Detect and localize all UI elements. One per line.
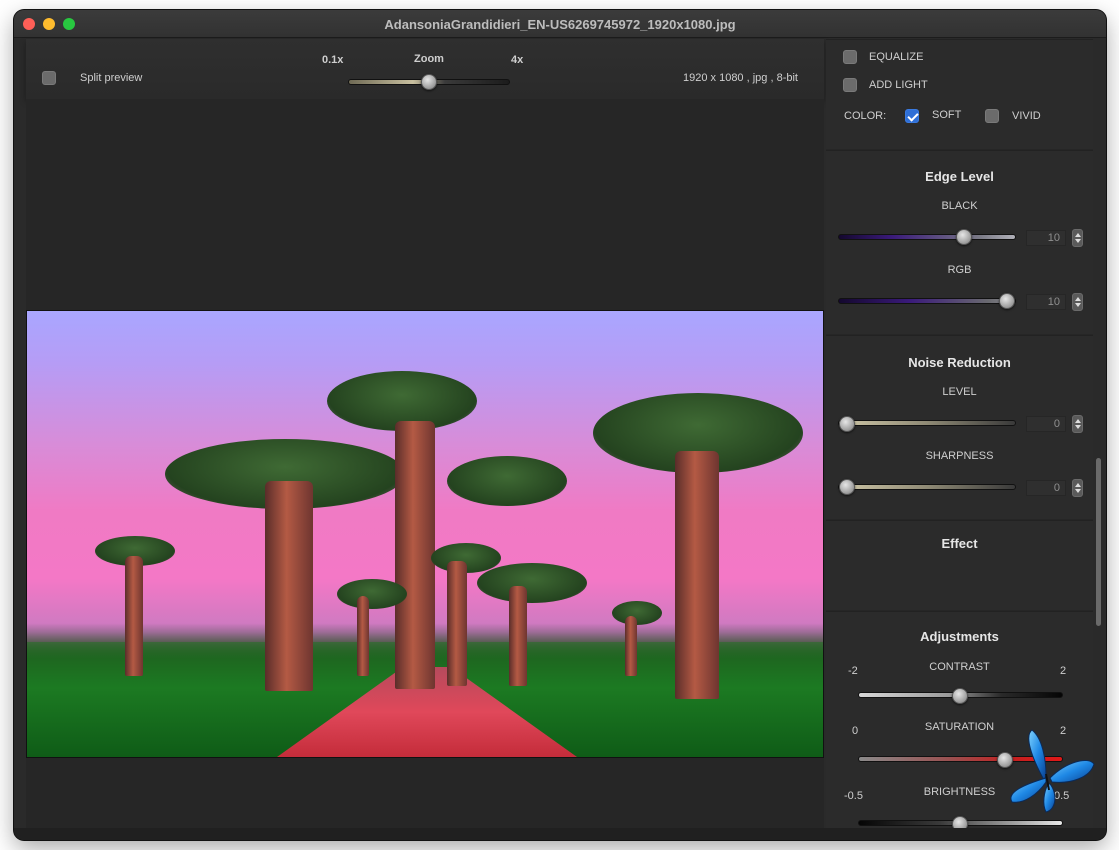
preview-toolbar: Split preview 0.1x Zoom 4x 1920 x 1080 ,… — [26, 39, 824, 99]
contrast-label: CONTRAST — [929, 661, 990, 673]
rgb-slider-track[interactable] — [838, 298, 1016, 304]
noise-reduction-section: Noise Reduction LEVEL 0 SHARPNESS 0 — [826, 335, 1093, 519]
tree-trunk — [447, 561, 467, 686]
zoom-min-label: 0.1x — [322, 54, 344, 66]
black-slider-knob[interactable] — [956, 229, 972, 245]
contrast-max-label: 2 — [1060, 665, 1067, 677]
rgb-slider-knob[interactable] — [999, 293, 1015, 309]
preview-image — [26, 310, 824, 758]
level-value-field[interactable]: 0 — [1026, 416, 1066, 432]
level-label: LEVEL — [942, 386, 977, 398]
adjustments-title: Adjustments — [920, 629, 999, 644]
sharpness-slider-track[interactable] — [838, 484, 1016, 490]
zoom-slider-knob[interactable] — [421, 74, 437, 90]
options-section: EQUALIZE ADD LIGHT COLOR: SOFT VIVID — [826, 39, 1093, 149]
tree-trunk — [675, 451, 719, 699]
soft-label: SOFT — [932, 109, 962, 121]
effect-title: Effect — [941, 536, 978, 551]
effect-section: Effect — [826, 520, 1093, 610]
level-stepper[interactable] — [1072, 415, 1083, 433]
app-window: AdansoniaGrandidieri_EN-US6269745972_192… — [14, 10, 1106, 840]
sharpness-slider-knob[interactable] — [839, 479, 855, 495]
sharpness-stepper[interactable] — [1072, 479, 1083, 497]
black-value-field[interactable]: 10 — [1026, 230, 1066, 246]
level-slider-track[interactable] — [838, 420, 1016, 426]
sharpness-value-field[interactable]: 0 — [1026, 480, 1066, 496]
panel-scrollbar[interactable] — [1096, 458, 1101, 626]
add-light-label: ADD LIGHT — [869, 79, 928, 91]
tree-trunk — [395, 421, 435, 689]
window-bottom-edge — [14, 828, 1106, 840]
tree-canopy — [337, 579, 407, 609]
tree-trunk — [625, 616, 637, 676]
vivid-checkbox[interactable] — [985, 109, 999, 123]
equalize-checkbox[interactable] — [843, 50, 857, 64]
zoom-max-label: 4x — [511, 54, 524, 66]
preview-pane: Split preview 0.1x Zoom 4x 1920 x 1080 ,… — [26, 39, 824, 829]
tree-trunk — [265, 481, 313, 691]
tree-trunk — [509, 586, 527, 686]
window-title: AdansoniaGrandidieri_EN-US6269745972_192… — [384, 17, 736, 32]
tree-canopy — [447, 456, 567, 506]
equalize-label: EQUALIZE — [869, 51, 924, 63]
rgb-stepper[interactable] — [1072, 293, 1083, 311]
tree-trunk — [125, 556, 143, 676]
black-stepper[interactable] — [1072, 229, 1083, 247]
edge-level-section: Edge Level BLACK 10 RGB 10 — [826, 150, 1093, 334]
noise-reduction-title: Noise Reduction — [908, 355, 1011, 370]
black-label: BLACK — [941, 200, 978, 212]
zoom-label: Zoom — [414, 53, 444, 65]
rgb-label: RGB — [947, 264, 972, 276]
split-preview-checkbox[interactable] — [42, 71, 56, 85]
black-slider-track[interactable] — [838, 234, 1016, 240]
contrast-slider-knob[interactable] — [952, 688, 968, 704]
image-info: 1920 x 1080 , jpg , 8-bit — [683, 72, 798, 84]
settings-panel: EQUALIZE ADD LIGHT COLOR: SOFT VIVID Edg… — [826, 39, 1093, 832]
butterfly-logo-icon — [1010, 729, 1095, 813]
edge-level-title: Edge Level — [925, 169, 994, 184]
add-light-checkbox[interactable] — [843, 78, 857, 92]
soft-checkbox[interactable] — [905, 109, 919, 123]
split-preview-label: Split preview — [80, 72, 143, 84]
preview-canvas — [26, 99, 824, 829]
title-bar: AdansoniaGrandidieri_EN-US6269745972_192… — [14, 10, 1106, 38]
tree-canopy — [612, 601, 662, 625]
vivid-label: VIVID — [1012, 110, 1041, 122]
color-label: COLOR: — [844, 110, 887, 122]
sharpness-label: SHARPNESS — [925, 450, 994, 462]
tree-trunk — [357, 596, 369, 676]
level-slider-knob[interactable] — [839, 416, 855, 432]
tree-canopy — [477, 563, 587, 603]
rgb-value-field[interactable]: 10 — [1026, 294, 1066, 310]
